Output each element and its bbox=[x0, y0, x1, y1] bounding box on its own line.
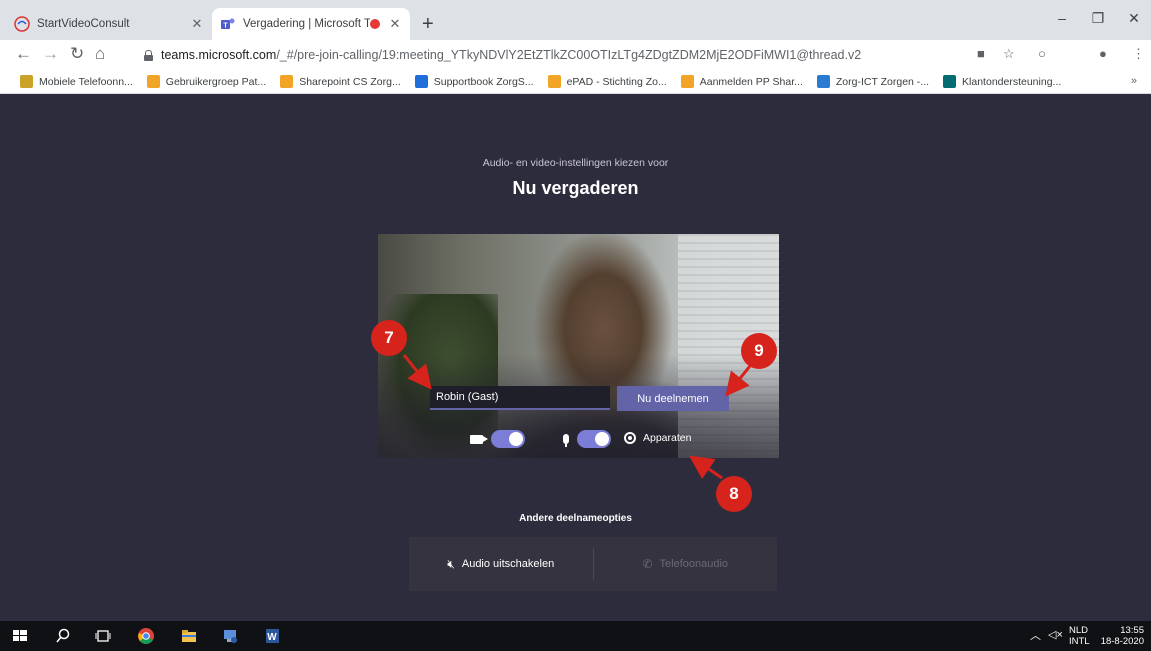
annotation-badge-9: 9 bbox=[741, 333, 777, 369]
svg-text:T: T bbox=[223, 23, 228, 30]
windows-taskbar: W ︿ ◁× NLD INTL 13:55 18-8-2020 bbox=[0, 621, 1151, 651]
bookmark-label: Gebruikergroep Pat... bbox=[165, 75, 267, 88]
close-tab-icon[interactable]: ✕ bbox=[388, 16, 402, 32]
other-join-options: 🔇︎ Audio uitschakelen ✆ Telefoonaudio bbox=[409, 537, 777, 591]
svg-text:W: W bbox=[267, 632, 277, 643]
tab-title: Vergadering | Microsoft Tean bbox=[243, 18, 370, 30]
extension-icon[interactable]: ○ bbox=[1038, 46, 1046, 61]
forward-arrow-icon[interactable]: → bbox=[42, 45, 59, 63]
mic-toggle-group[interactable] bbox=[563, 430, 611, 448]
camera-toggle[interactable] bbox=[491, 430, 525, 448]
video-preview bbox=[378, 234, 779, 458]
task-view-icon[interactable] bbox=[94, 627, 112, 645]
bookmark-item[interactable]: ePAD - Stichting Zo... bbox=[547, 75, 667, 88]
phone-icon: ✆ bbox=[642, 557, 653, 571]
gear-icon bbox=[624, 432, 636, 444]
annotation-arrow-8 bbox=[689, 455, 723, 480]
recording-indicator-icon bbox=[370, 19, 380, 29]
tab-teams-meeting[interactable]: T Vergadering | Microsoft Tean ✕ bbox=[212, 8, 410, 40]
language-indicator[interactable]: NLD INTL bbox=[1069, 625, 1090, 647]
close-tab-icon[interactable]: ✕ bbox=[190, 16, 204, 32]
file-explorer-icon[interactable] bbox=[180, 627, 198, 645]
bookmark-item[interactable]: Supportbook ZorgS... bbox=[414, 75, 534, 88]
bookmarks-overflow-icon[interactable]: » bbox=[1131, 75, 1137, 87]
profile-avatar-icon[interactable]: ● bbox=[1099, 46, 1107, 61]
audio-off-option[interactable]: 🔇︎ Audio uitschakelen bbox=[409, 537, 593, 591]
url-path: /_#/pre-join-calling/19:meeting_YTkyNDVl… bbox=[276, 48, 862, 62]
bookmark-star-icon[interactable]: ☆ bbox=[1003, 46, 1015, 62]
language-bottom: INTL bbox=[1069, 636, 1090, 647]
clock[interactable]: 13:55 18-8-2020 bbox=[1098, 625, 1144, 647]
phone-audio-option[interactable]: ✆ Telefoonaudio bbox=[594, 537, 778, 591]
close-window-button[interactable]: ✕ bbox=[1124, 10, 1144, 27]
bookmark-label: Mobiele Telefoonn... bbox=[39, 75, 133, 88]
microphone-toggle[interactable] bbox=[577, 430, 611, 448]
bookmark-label: ePAD - Stichting Zo... bbox=[566, 75, 667, 88]
devices-label: Apparaten bbox=[643, 432, 692, 444]
bookmark-label: Klantondersteuning... bbox=[962, 75, 1062, 88]
phone-audio-label: Telefoonaudio bbox=[659, 558, 729, 570]
other-join-options-label: Andere deelnameopties bbox=[519, 513, 632, 524]
address-bar[interactable]: teams.microsoft.com/_#/pre-join-calling/… bbox=[144, 44, 1006, 66]
home-icon[interactable]: ⌂ bbox=[95, 45, 105, 63]
bookmarks-bar: Mobiele Telefoonn... Gebruikergroep Pat.… bbox=[0, 70, 1151, 94]
bookmark-icon bbox=[20, 75, 33, 88]
new-tab-button[interactable]: + bbox=[422, 14, 434, 34]
camera-icon bbox=[470, 434, 488, 444]
reload-icon[interactable]: ↻ bbox=[70, 45, 84, 63]
startvideoconsult-favicon-icon bbox=[14, 16, 30, 32]
url-host: teams.microsoft.com bbox=[161, 48, 277, 62]
language-top: NLD bbox=[1069, 625, 1089, 636]
bookmark-icon bbox=[680, 75, 694, 88]
windows-start-icon[interactable] bbox=[11, 627, 29, 645]
bookmark-icon bbox=[414, 75, 428, 88]
bookmark-label: Aanmelden PP Shar... bbox=[699, 75, 803, 88]
volume-muted-icon[interactable]: ◁× bbox=[1048, 630, 1063, 641]
menu-kebab-icon[interactable]: ⋮ bbox=[1132, 46, 1145, 62]
bookmark-item[interactable]: Gebruikergroep Pat... bbox=[146, 75, 267, 88]
tab-title: StartVideoConsult bbox=[37, 18, 130, 30]
bookmark-item[interactable]: Zorg-ICT Zorgen -... bbox=[816, 75, 930, 88]
devices-button[interactable]: Apparaten bbox=[624, 432, 691, 444]
join-now-button[interactable]: Nu deelnemen bbox=[617, 386, 729, 411]
word-icon[interactable]: W bbox=[263, 627, 281, 645]
bookmark-icon bbox=[816, 75, 830, 88]
bookmark-icon bbox=[943, 75, 957, 88]
audio-off-label: Audio uitschakelen bbox=[461, 558, 555, 570]
prejoin-subtitle: Audio- en video-instellingen kiezen voor bbox=[482, 157, 669, 169]
url-text: teams.microsoft.com/_#/pre-join-calling/… bbox=[161, 48, 861, 62]
bookmark-icon bbox=[547, 75, 561, 88]
back-arrow-icon[interactable]: ← bbox=[15, 45, 32, 63]
bookmark-icon bbox=[146, 75, 160, 88]
annotation-badge-7: 7 bbox=[371, 320, 407, 356]
camera-permission-icon[interactable]: ■ bbox=[977, 46, 985, 61]
microphone-icon bbox=[563, 434, 569, 447]
remote-desktop-icon[interactable] bbox=[221, 627, 239, 645]
guest-name-input[interactable] bbox=[430, 386, 610, 410]
tab-strip: StartVideoConsult ✕ T Vergadering | Micr… bbox=[0, 0, 1151, 40]
bookmark-label: Sharepoint CS Zorg... bbox=[299, 75, 401, 88]
restore-button[interactable]: ❐ bbox=[1088, 10, 1108, 27]
bookmark-label: Zorg-ICT Zorgen -... bbox=[835, 75, 930, 88]
bookmark-label: Supportbook ZorgS... bbox=[433, 75, 534, 88]
annotation-badge-8: 8 bbox=[716, 476, 752, 512]
chrome-icon[interactable] bbox=[137, 627, 155, 645]
tray-chevron-icon[interactable]: ︿ bbox=[1030, 631, 1041, 642]
bookmark-item[interactable]: Mobiele Telefoonn... bbox=[20, 75, 133, 88]
bookmark-item[interactable]: Aanmelden PP Shar... bbox=[680, 75, 803, 88]
teams-favicon-icon: T bbox=[221, 18, 235, 30]
bookmark-item[interactable]: Klantondersteuning... bbox=[943, 75, 1061, 88]
clock-date: 18-8-2020 bbox=[1100, 636, 1144, 647]
camera-toggle-group[interactable] bbox=[470, 430, 525, 448]
tab-startvideoconsult[interactable]: StartVideoConsult ✕ bbox=[6, 8, 212, 40]
minimize-button[interactable]: – bbox=[1052, 10, 1072, 26]
meeting-title: Nu vergaderen bbox=[512, 178, 639, 198]
bookmark-icon bbox=[280, 75, 294, 88]
clock-time: 13:55 bbox=[1120, 625, 1144, 636]
bookmark-item[interactable]: Sharepoint CS Zorg... bbox=[280, 75, 401, 88]
lock-icon bbox=[144, 49, 153, 61]
search-icon[interactable] bbox=[54, 627, 72, 645]
speaker-muted-icon: 🔇︎ bbox=[447, 556, 455, 571]
